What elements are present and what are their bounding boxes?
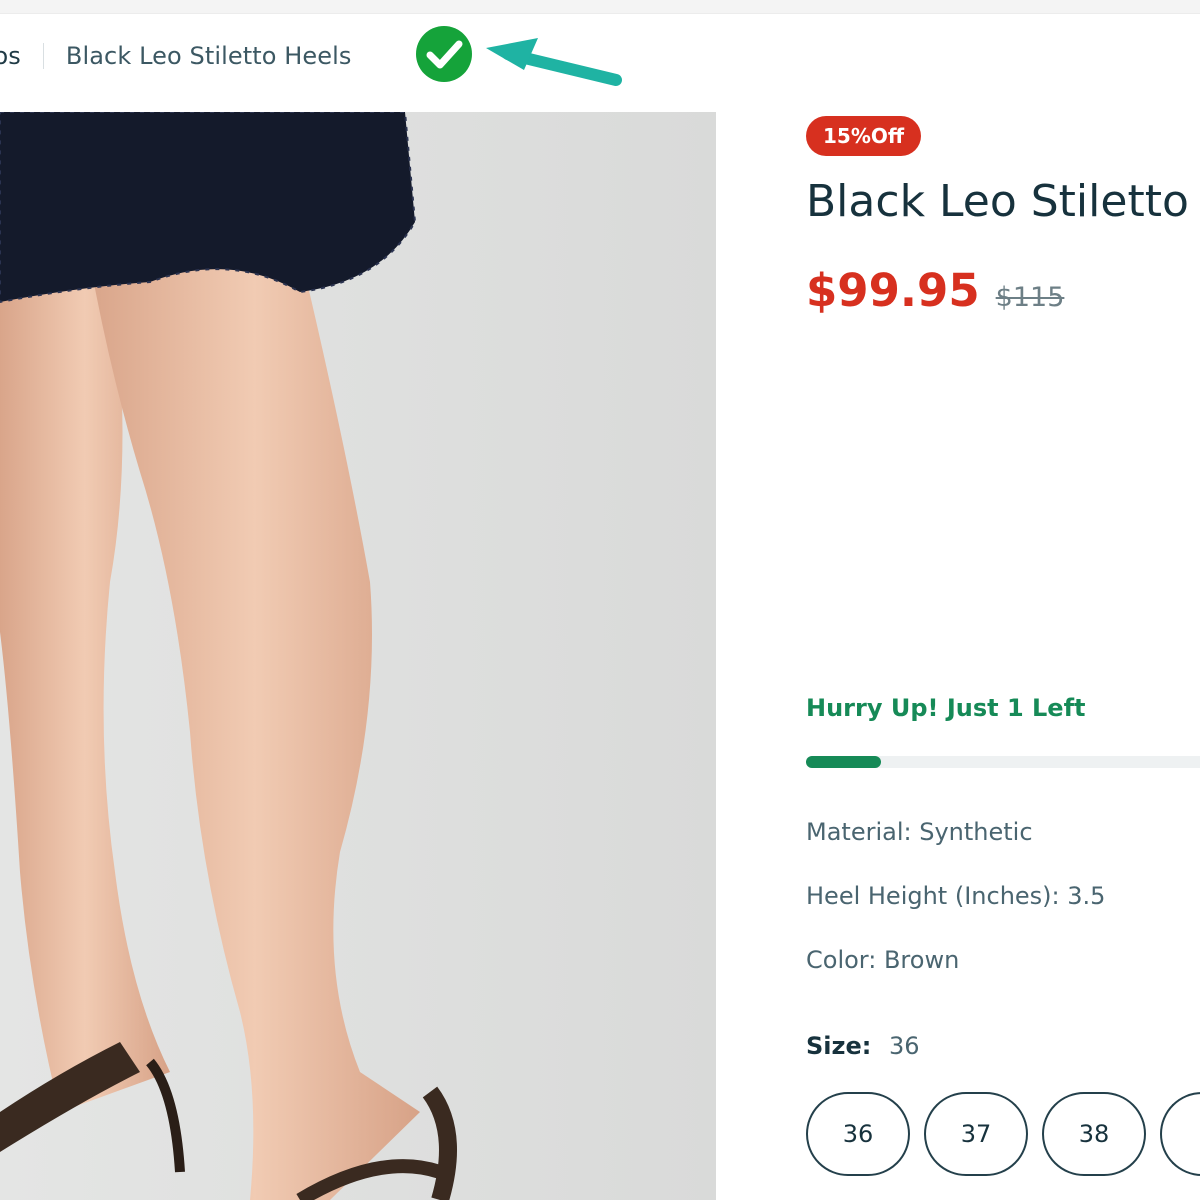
stock-message: Hurry Up! Just 1 Left (806, 694, 1086, 722)
breadcrumb-link-previous[interactable]: tos (0, 42, 21, 70)
spec-material: Material: Synthetic (806, 818, 1033, 846)
size-option-more[interactable] (1160, 1092, 1200, 1176)
sale-price: $99.95 (806, 264, 980, 317)
annotation-arrow-icon (486, 38, 622, 86)
stock-progress-fill (806, 756, 881, 768)
top-divider (0, 0, 1200, 14)
original-price: $115 (995, 282, 1065, 313)
product-title: Black Leo Stiletto (806, 176, 1189, 227)
check-circle-icon (416, 26, 472, 82)
stock-progress-bar (806, 756, 1200, 768)
spec-color: Color: Brown (806, 946, 960, 974)
selected-size: 36 (889, 1032, 920, 1060)
size-label: Size: (806, 1032, 872, 1060)
breadcrumb-separator (42, 43, 44, 69)
price-row: $99.95 $115 (806, 264, 1064, 317)
discount-badge: 15%Off (806, 116, 922, 156)
size-option-37[interactable]: 37 (924, 1092, 1028, 1176)
breadcrumb: tos Black Leo Stiletto Heels (0, 38, 352, 74)
spec-heel-height: Heel Height (Inches): 3.5 (806, 882, 1106, 910)
product-image[interactable] (0, 112, 716, 1200)
size-option-36[interactable]: 36 (806, 1092, 910, 1176)
size-option-38[interactable]: 38 (1042, 1092, 1146, 1176)
size-selection-label: Size: 36 (806, 1032, 920, 1060)
breadcrumb-current: Black Leo Stiletto Heels (65, 42, 352, 70)
size-options: 36 37 38 (806, 1092, 1200, 1176)
